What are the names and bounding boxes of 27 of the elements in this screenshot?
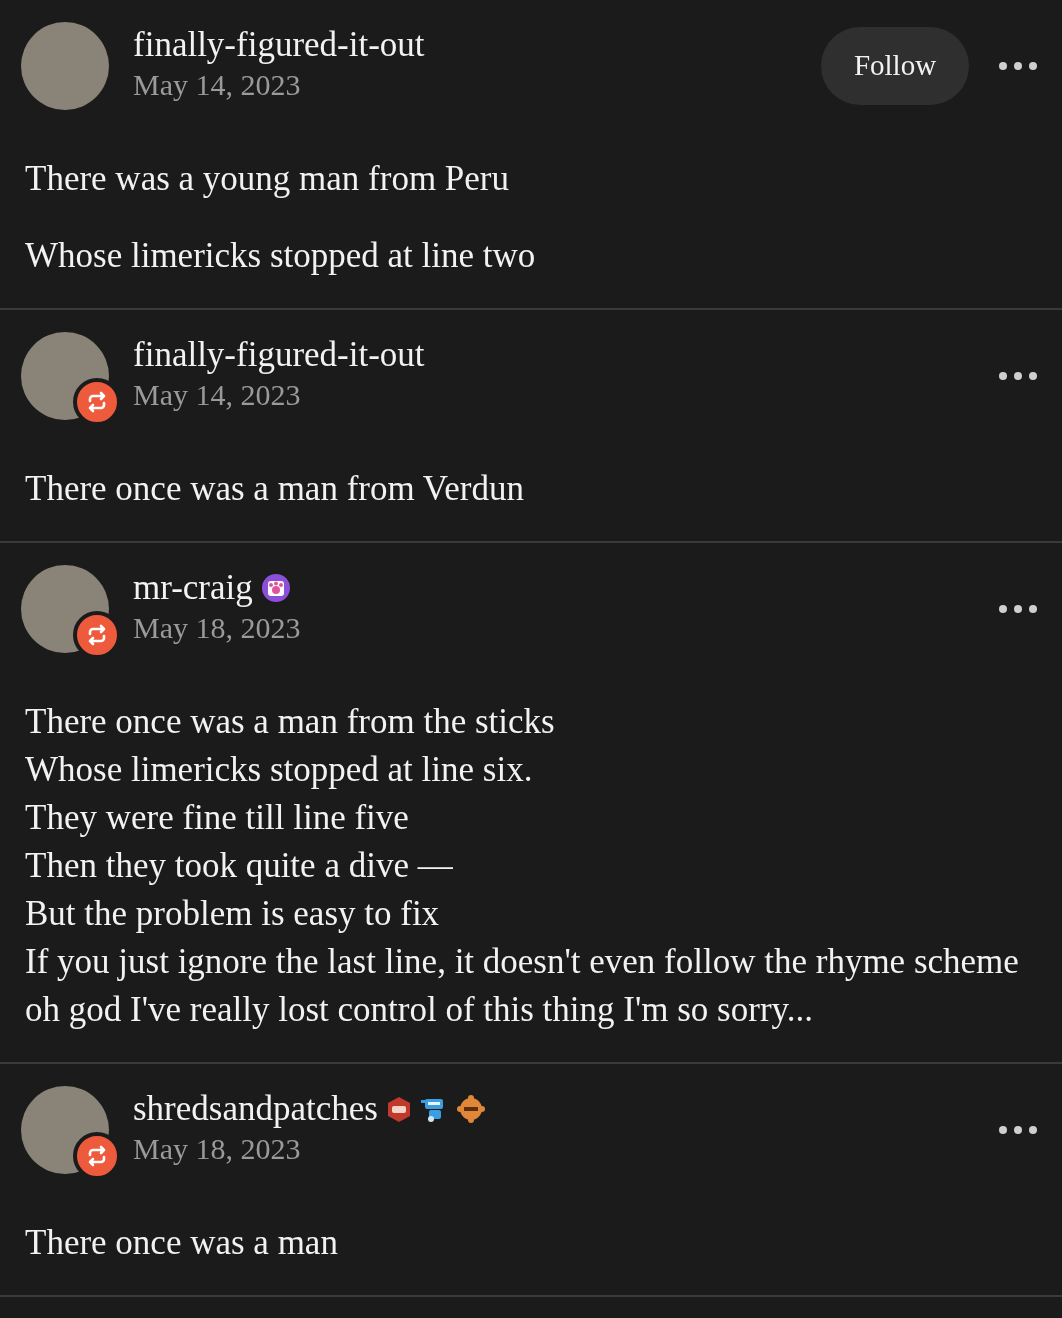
post-text-line: But the problem is easy to fix — [25, 893, 441, 935]
more-options-icon[interactable] — [999, 61, 1037, 71]
post-text-line: There once was a man from Verdun — [25, 468, 525, 510]
post-date[interactable]: May 18, 2023 — [133, 610, 969, 646]
more-options-icon[interactable] — [999, 604, 1037, 614]
gear-badge-icon — [455, 1095, 486, 1123]
paw-badge-icon — [260, 573, 291, 603]
post-text-line: Whose limericks stopped at line two — [25, 235, 537, 277]
hexagon-badge-icon — [385, 1095, 412, 1123]
post-text-line: oh god I've really lost control of this thing I'm so sorry... — [25, 989, 814, 1031]
post-date[interactable]: May 14, 2023 — [133, 67, 821, 103]
username[interactable]: shredsandpatches — [133, 1089, 378, 1129]
post-date[interactable]: May 14, 2023 — [133, 377, 969, 413]
post-text-line: There once was a man — [25, 1222, 339, 1264]
follow-button[interactable]: Follow — [821, 27, 969, 105]
post-text-line: If you just ignore the last line, it doesn't even follow the rhyme scheme — [25, 941, 1020, 983]
post-text-line: They were fine till line five — [25, 797, 410, 839]
username[interactable]: mr-craig — [133, 568, 253, 608]
more-options-icon[interactable] — [999, 371, 1037, 381]
post-text-line: There once was a man from the sticks — [25, 701, 556, 743]
post-text-line: There was a young man from Peru — [25, 158, 511, 200]
post-text-line: Whose limericks stopped at line six. — [25, 749, 534, 791]
post-date[interactable]: May 18, 2023 — [133, 1131, 969, 1167]
username[interactable]: finally-figured-it-out — [133, 335, 425, 375]
more-options-icon[interactable] — [999, 1125, 1037, 1135]
post-text-line: Then they took quite a dive — — [25, 845, 454, 887]
username[interactable]: finally-figured-it-out — [133, 25, 425, 65]
